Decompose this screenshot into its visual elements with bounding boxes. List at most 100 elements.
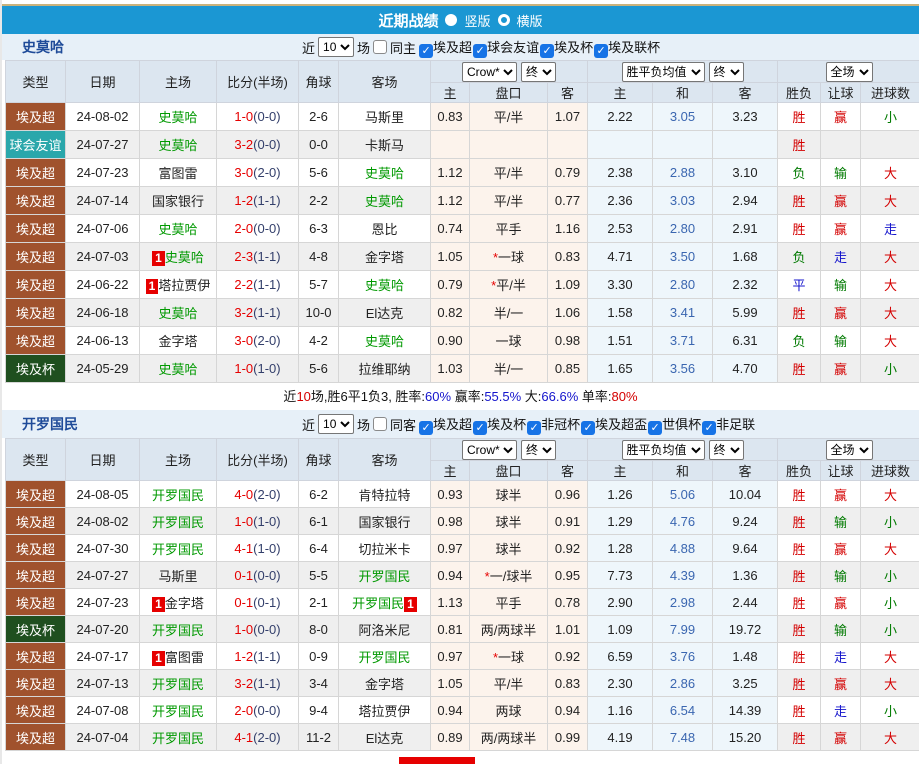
avg-draw-cell: 7.99: [652, 615, 713, 643]
halftime-score: (1-1): [253, 277, 281, 292]
away-team-cell: 阿洛米尼: [338, 615, 431, 643]
match-date-cell: 24-08-02: [65, 507, 140, 535]
competition-checkbox[interactable]: ✓: [419, 43, 434, 58]
competition-filters: ✓ 埃及超 ✓ 埃及杯 ✓ 非冠杯 ✓ 埃及超盃 ✓ 世俱杯 ✓ 非足联: [419, 414, 756, 435]
avg-away-cell: 4.70: [711, 354, 779, 383]
avg-away-cell: 10.04: [711, 480, 779, 508]
odds-company-select[interactable]: Crow*: [462, 439, 517, 460]
avg-away-cell: 3.23: [711, 102, 779, 131]
col-avg-away: 客: [711, 82, 779, 103]
match-type-cell: 埃及超: [5, 270, 66, 299]
summary-segment: 55.5%: [484, 389, 522, 404]
match-date-cell: 24-07-30: [65, 534, 140, 562]
competition-checkbox[interactable]: ✓: [594, 43, 609, 58]
col-handicap: 盘口: [469, 460, 548, 481]
match-count-select[interactable]: 10: [318, 414, 355, 434]
away-team-name: 肯特拉特: [358, 487, 411, 503]
odds-home-cell: 0.94: [430, 696, 470, 724]
corner-cell: 5-6: [298, 354, 339, 383]
competition-checkbox[interactable]: ✓: [527, 420, 542, 435]
odds-away-cell: 0.77: [547, 186, 588, 215]
fulltime-score: 3-2: [234, 675, 254, 691]
avg-away-cell: 3.10: [711, 158, 779, 187]
vertical-layout-label[interactable]: 竖版: [464, 11, 490, 30]
corner-cell: 4-8: [298, 242, 339, 271]
horizontal-layout-label[interactable]: 横版: [517, 11, 543, 30]
odds-final-select[interactable]: 终: [521, 439, 556, 460]
handicap-cell: 平/半: [469, 102, 548, 131]
away-team-cell: 卡斯马: [338, 130, 431, 159]
competition-checkbox[interactable]: ✓: [648, 420, 663, 435]
col-avg-home: 主: [587, 460, 653, 481]
competition-checkbox[interactable]: ✓: [473, 420, 488, 435]
odds-company-select[interactable]: Crow*: [462, 61, 517, 82]
away-team-name: 史莫哈: [364, 278, 404, 293]
match-type-cell: 埃及超: [5, 158, 66, 187]
handicap-result-cell: 走: [820, 642, 862, 670]
odds-away-cell: 0.94: [547, 696, 588, 724]
odds-away-cell: 0.78: [547, 588, 588, 616]
avg-home-cell: 2.38: [587, 158, 653, 187]
home-team-cell: 1 塔拉贾伊: [139, 270, 217, 299]
avg-home-cell: 2.90: [587, 588, 653, 616]
near-label: 近: [302, 40, 316, 56]
same-venue-checkbox[interactable]: [373, 40, 388, 54]
match-type-cell: 球会友谊: [5, 130, 66, 159]
away-team-cell: El达克: [338, 723, 431, 751]
competition-label: 世俱杯: [662, 416, 702, 432]
handicap-result-cell: 赢: [820, 102, 862, 131]
odds-home-cell: 0.93: [430, 480, 470, 508]
avg-draw-cell: 3.41: [652, 298, 713, 327]
title-bar: 近期战绩 竖版 横版: [2, 6, 919, 34]
halftime-score: (1-0): [253, 513, 281, 529]
horizontal-layout-radio[interactable]: [497, 14, 510, 26]
match-date-cell: 24-07-06: [65, 214, 140, 243]
competition-checkbox[interactable]: ✓: [540, 43, 555, 58]
handicap-cell: 平手: [469, 214, 548, 243]
handicap-cell: 半/一: [469, 298, 548, 327]
summary-segment: 单率:: [578, 389, 612, 404]
corner-cell: 0-9: [298, 642, 339, 670]
handicap-result-cell: 赢: [820, 354, 862, 383]
match-row: 埃及超 24-07-30 开罗国民 4-1(1-0) 6-4 切拉米卡 0.97 球半 0.92…: [5, 534, 919, 562]
handicap-name: 一球: [498, 250, 525, 265]
competition-checkbox[interactable]: ✓: [473, 43, 488, 58]
avg-draw-cell: 7.48: [652, 723, 713, 751]
handicap-result-cell: 输: [820, 270, 862, 299]
odds-final-select[interactable]: 终: [521, 61, 556, 82]
odds-home-cell: 0.90: [430, 326, 470, 355]
scope-select[interactable]: 全场: [825, 439, 873, 460]
competition-checkbox[interactable]: ✓: [702, 420, 717, 435]
away-team-name: 金字塔: [364, 676, 404, 692]
goals-result-cell: 小: [860, 588, 919, 616]
match-type-cell: 埃及超: [5, 534, 66, 562]
scope-select[interactable]: 全场: [825, 61, 873, 82]
avg-draw-cell: [652, 130, 713, 159]
score-cell: 1-0(1-0): [216, 507, 299, 535]
odds-away-cell: 0.92: [547, 642, 588, 670]
score-cell: 1-0(0-0): [216, 102, 299, 131]
odds-home-cell: 1.05: [430, 669, 470, 697]
odds-group-header: Crow* 终: [430, 60, 588, 83]
handicap-name: 平/半: [496, 278, 526, 293]
match-row: 埃及超 24-07-23 1 金字塔 0-1(0-1) 2-1 开罗国民 1 1.13 平手 0.7…: [5, 588, 919, 616]
avg-final-select[interactable]: 终: [708, 61, 744, 82]
avg-type-select[interactable]: 胜平负均值: [621, 439, 705, 460]
same-venue-checkbox[interactable]: [373, 417, 388, 431]
score-cell: 2-0(0-0): [216, 696, 299, 724]
odds-home-cell: 1.12: [430, 186, 470, 215]
competition-checkbox[interactable]: ✓: [581, 420, 596, 435]
away-team-name: 开罗国民: [358, 568, 411, 584]
home-team-name: 富图雷: [164, 649, 204, 665]
avg-final-select[interactable]: 终: [708, 439, 744, 460]
avg-draw-cell: 5.06: [652, 480, 713, 508]
avg-type-select[interactable]: 胜平负均值: [621, 61, 705, 82]
rank-badge: 1: [152, 596, 165, 612]
competition-label: 埃及联杯: [608, 39, 661, 55]
match-count-select[interactable]: 10: [318, 37, 355, 57]
away-team-name: 史莫哈: [364, 334, 404, 349]
avg-home-cell: 1.09: [587, 615, 653, 643]
vertical-layout-radio[interactable]: [445, 14, 458, 26]
competition-checkbox[interactable]: ✓: [419, 420, 434, 435]
recent-matches-table-smouha: 类型 日期 主场 比分(半场) 角球 客场 Crow* 终 胜平负均值终 全场 主…: [5, 60, 919, 383]
